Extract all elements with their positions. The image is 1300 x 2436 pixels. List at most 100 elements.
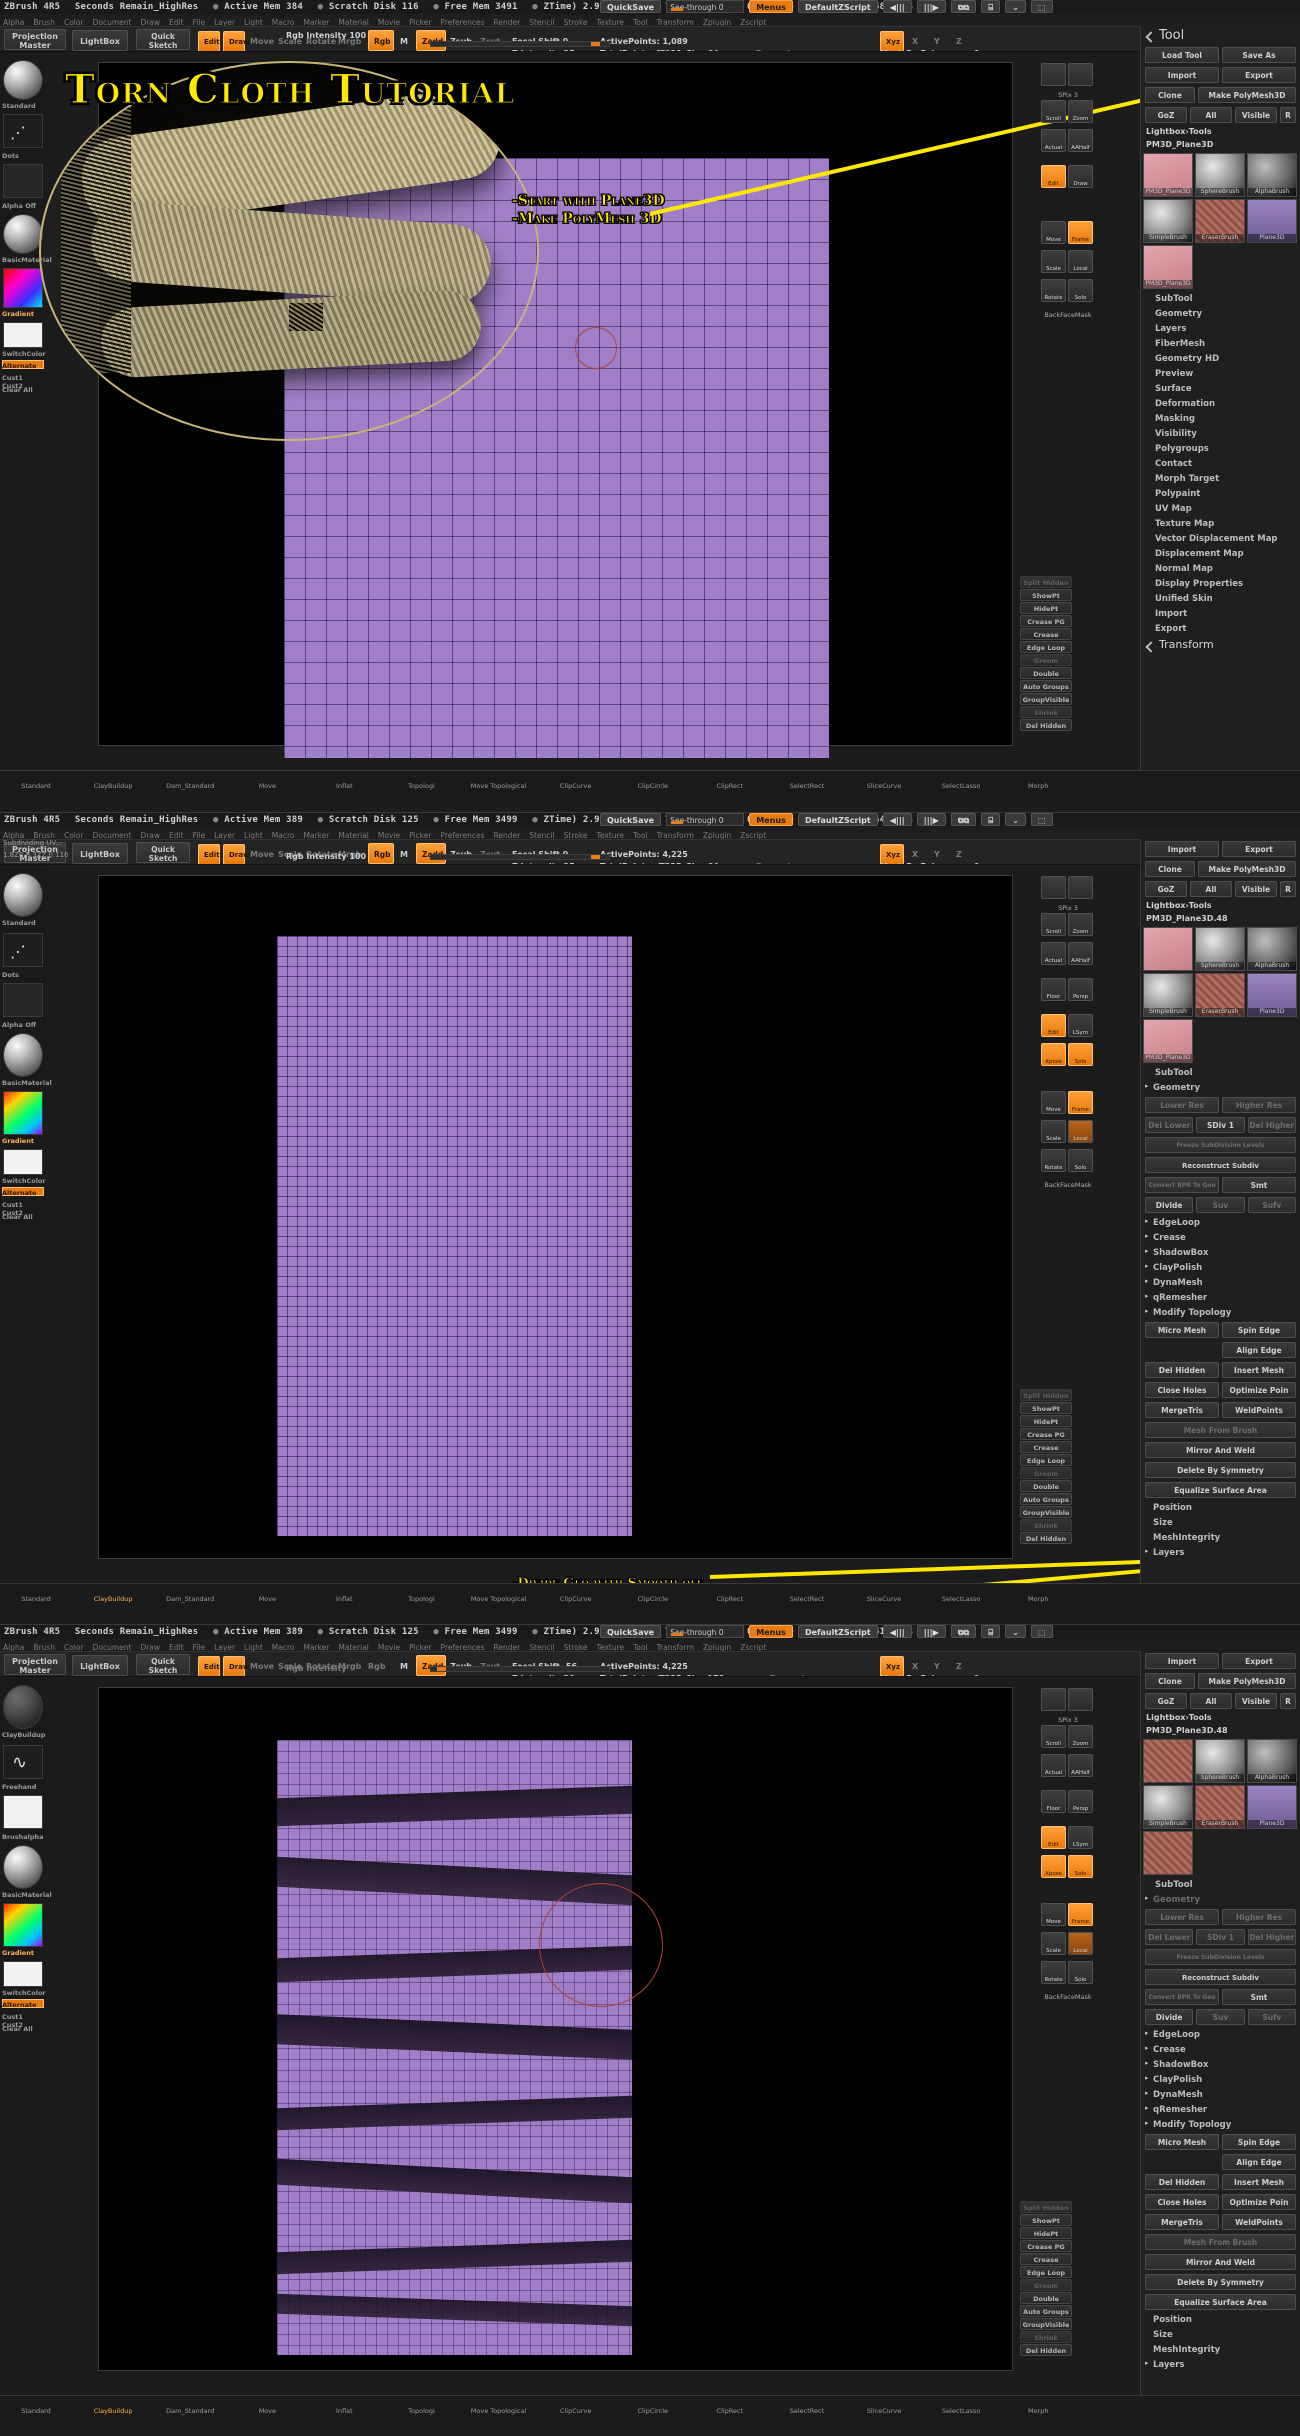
frame-nav-icon-3[interactable]: Frame xyxy=(1068,1903,1093,1926)
clone-button[interactable]: Clone xyxy=(1145,87,1195,103)
solo2-icon-2[interactable]: Solo xyxy=(1068,1149,1093,1172)
equalize-surface-area-button[interactable]: Equalize Surface Area xyxy=(1145,1482,1296,1498)
thumb-pm3d-plane3d-p2[interactable] xyxy=(1143,927,1193,971)
menu-geometry-3[interactable]: Geometry xyxy=(1141,1892,1300,1907)
scale-nav-icon-3[interactable]: Scale xyxy=(1041,1932,1066,1955)
menu-layers-3[interactable]: Layers xyxy=(1141,2357,1300,2372)
edit-button-2[interactable]: Edit xyxy=(198,844,220,864)
frame-nav-icon[interactable]: Frame xyxy=(1068,221,1093,244)
groom-button-3[interactable]: Groom xyxy=(1020,2279,1072,2291)
thumb-pm3d-plane3d[interactable]: PM3D_Plane3D xyxy=(1143,153,1193,197)
brush-clipcircle-2[interactable]: ClipCircle xyxy=(617,1584,689,1605)
del-hidden-button[interactable]: Del Hidden xyxy=(1020,719,1072,731)
edit-button[interactable]: Edit xyxy=(198,31,220,51)
menu-claypolish-3[interactable]: ClayPolish xyxy=(1141,2072,1300,2087)
menu-displacement-map[interactable]: Displacement Map xyxy=(1141,546,1300,561)
menu-surface[interactable]: Surface xyxy=(1141,381,1300,396)
aahalf-icon-3[interactable]: AAHalf xyxy=(1068,1754,1093,1777)
brush-preview-icon-2[interactable] xyxy=(3,873,43,917)
groom-button[interactable]: Groom xyxy=(1020,654,1072,666)
clone-button-3[interactable]: Clone xyxy=(1145,1673,1195,1689)
brush-move-topological[interactable]: Move Topological xyxy=(463,771,535,792)
clear-all-label[interactable]: Clear All xyxy=(2,386,33,394)
dynamic-label-3[interactable]: Dynamic xyxy=(770,1674,809,1676)
menu-layers-2[interactable]: Layers xyxy=(1141,1545,1300,1560)
brush-preview-icon-3[interactable] xyxy=(3,1685,43,1729)
minimize-icon-2[interactable]: ⌄ xyxy=(1005,813,1026,826)
freeze-subdivision-button-3[interactable]: Freeze SubDivision Levels xyxy=(1145,1949,1296,1965)
groupvisible-button-3[interactable]: GroupVisible xyxy=(1020,2318,1072,2330)
auto-groups-button[interactable]: Auto Groups xyxy=(1020,680,1072,692)
see-through-slider-2[interactable]: See-through 0 xyxy=(666,813,745,826)
menus-button[interactable]: Menus xyxy=(749,0,793,13)
menu-unified-skin[interactable]: Unified Skin xyxy=(1141,591,1300,606)
brush-selectlasso[interactable]: SelectLasso xyxy=(925,771,997,792)
window-icons-button[interactable]: ⧉⧉ xyxy=(950,0,977,13)
brush-cliprect-2[interactable]: ClipRect xyxy=(694,1584,766,1605)
scroll-left-button-2[interactable]: ◀||| xyxy=(882,813,912,826)
menu-render[interactable]: Render xyxy=(494,18,521,26)
close-holes-button-3[interactable]: Close Holes xyxy=(1145,2194,1219,2210)
color-picker-swatch-3[interactable] xyxy=(3,1903,43,1947)
persp2-icon-3[interactable]: Persp xyxy=(1068,1790,1093,1813)
edit-mode-icon-3[interactable]: Edit xyxy=(1041,1826,1066,1849)
menu-file[interactable]: File xyxy=(193,18,206,26)
brush-topologi-3[interactable]: Topologi xyxy=(385,2396,457,2417)
mesh-from-brush-button-3[interactable]: Mesh From Brush xyxy=(1145,2234,1296,2250)
thumb-plane3d[interactable]: Plane3D xyxy=(1247,199,1297,243)
menu-texture-map[interactable]: Texture Map xyxy=(1141,516,1300,531)
frame-icon-3[interactable] xyxy=(1068,1688,1093,1711)
scale-nav-icon[interactable]: Scale xyxy=(1041,250,1066,273)
del-hidden-geo-button[interactable]: Del Hidden xyxy=(1145,1362,1219,1378)
menu-morph-target[interactable]: Morph Target xyxy=(1141,471,1300,486)
local-icon-2[interactable]: Local xyxy=(1068,1120,1093,1143)
del-lower-button[interactable]: Del Lower xyxy=(1145,1117,1194,1133)
rotate-nav-icon[interactable]: Rotate xyxy=(1041,279,1066,302)
local-icon-3[interactable]: Local xyxy=(1068,1932,1093,1955)
edge-loop-button[interactable]: Edge Loop xyxy=(1020,641,1072,653)
import-button-2[interactable]: Import xyxy=(1145,841,1219,857)
crease-pg-button[interactable]: Crease PG xyxy=(1020,615,1072,627)
move-nav-icon-3[interactable]: Move xyxy=(1041,1903,1066,1926)
intensity-slider-1[interactable] xyxy=(430,40,610,47)
equalize-surface-area-button-3[interactable]: Equalize Surface Area xyxy=(1145,2294,1296,2310)
groupvisible-button[interactable]: GroupVisible xyxy=(1020,693,1072,705)
menu-modify-topology[interactable]: Modify Topology xyxy=(1141,1305,1300,1320)
stroke-preview-icon[interactable]: ⋰ xyxy=(3,114,43,148)
make-polymesh3d-button-2[interactable]: Make PolyMesh3D xyxy=(1198,861,1296,877)
move-nav-icon-2[interactable]: Move xyxy=(1041,1091,1066,1114)
showpt-button[interactable]: ShowPt xyxy=(1020,589,1072,601)
thumb-cloth-p3[interactable] xyxy=(1143,1831,1193,1875)
lightbox-tools-label[interactable]: Lightbox›Tools xyxy=(1141,125,1300,138)
color-picker-swatch[interactable] xyxy=(3,268,43,308)
rotate-nav-icon-3[interactable]: Rotate xyxy=(1041,1961,1066,1984)
menu-uv-map[interactable]: UV Map xyxy=(1141,501,1300,516)
solo-icon[interactable]: Solo xyxy=(1068,279,1093,302)
hidept-button-2[interactable]: HidePt xyxy=(1020,1415,1072,1427)
material-preview-icon[interactable] xyxy=(3,214,43,254)
thumb-pm3d-plane3d-2[interactable]: PM3D_Plane3D xyxy=(1143,245,1193,289)
r-button-3[interactable]: R xyxy=(1280,1693,1296,1709)
menu-draw[interactable]: Draw xyxy=(140,18,160,26)
menu-dynamesh[interactable]: DynaMesh xyxy=(1141,1275,1300,1290)
frame-icon[interactable] xyxy=(1068,63,1093,86)
menu-geometry[interactable]: Geometry xyxy=(1141,306,1300,321)
xpose-icon-3[interactable]: Xpose xyxy=(1041,1855,1066,1878)
del-hidden-geo-button-3[interactable]: Del Hidden xyxy=(1145,2174,1219,2190)
goz-button-3[interactable]: GoZ xyxy=(1145,1693,1187,1709)
menu-polypaint[interactable]: Polypaint xyxy=(1141,486,1300,501)
canvas-3[interactable] xyxy=(98,1687,1013,2371)
lsym-icon-3[interactable]: LSym xyxy=(1068,1826,1093,1849)
draw-button[interactable]: Draw xyxy=(223,31,249,51)
menu-subtool[interactable]: SubTool xyxy=(1141,291,1300,306)
menus-button-2[interactable]: Menus xyxy=(749,813,793,826)
delete-by-symmetry-button[interactable]: Delete By Symmetry xyxy=(1145,1462,1296,1478)
del-lower-button-3[interactable]: Del Lower xyxy=(1145,1929,1194,1945)
thumb-alphabrush[interactable]: AlphaBrush xyxy=(1247,153,1297,197)
intensity-slider-3[interactable] xyxy=(430,1665,610,1672)
menu-deformation[interactable]: Deformation xyxy=(1141,396,1300,411)
quicksave-button-3[interactable]: QuickSave xyxy=(600,1625,662,1638)
thumb-alphabrush-p2[interactable]: AlphaBrush xyxy=(1247,927,1297,971)
brush-clipcircle[interactable]: ClipCircle xyxy=(617,771,689,792)
brush-topologi-2[interactable]: Topologi xyxy=(385,1584,457,1605)
